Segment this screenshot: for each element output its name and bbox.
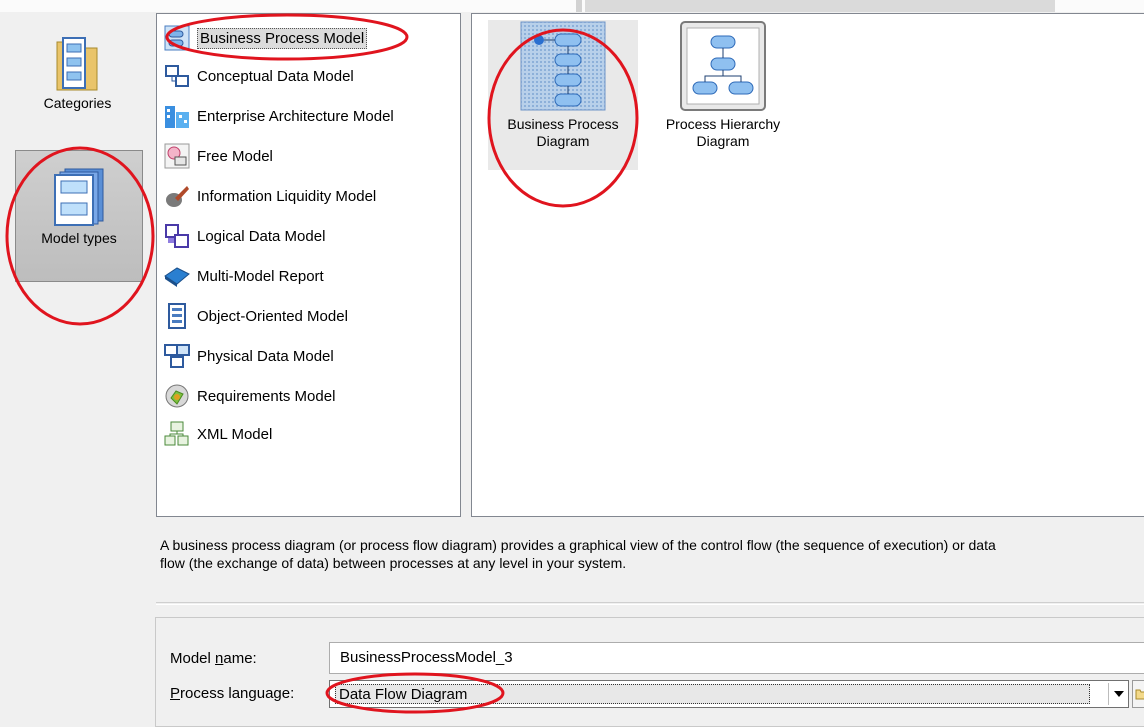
model-types-button[interactable]: Model types xyxy=(15,150,143,282)
logical-data-model-icon xyxy=(165,224,189,248)
list-item-business-process-model[interactable]: Business Process Model xyxy=(163,22,368,54)
model-name-input[interactable]: BusinessProcessModel_3 xyxy=(329,642,1144,674)
stacked-models-icon xyxy=(54,168,104,226)
information-liquidity-model-icon xyxy=(166,186,189,207)
chevron-down-icon[interactable] xyxy=(1108,683,1129,705)
free-model-icon xyxy=(164,143,190,169)
list-item-logical-data-model[interactable]: Logical Data Model xyxy=(163,220,325,252)
model-name-value: BusinessProcessModel_3 xyxy=(340,649,513,666)
top-tab-band xyxy=(0,0,1144,12)
business-process-diagram-icon xyxy=(520,21,606,111)
description-line1: A business process diagram (or process f… xyxy=(160,537,996,553)
process-hierarchy-diagram-label-line1: Process Hierarchy xyxy=(665,116,781,132)
list-item-object-oriented-model[interactable]: Object-Oriented Model xyxy=(163,300,348,332)
model-type-list[interactable]: Business Process Model Conceptual Data M… xyxy=(156,13,461,517)
list-item-free-model[interactable]: Free Model xyxy=(163,140,273,172)
description-divider xyxy=(156,602,1144,603)
categories-label: Categories xyxy=(43,95,112,111)
process-hierarchy-diagram-label-line2: Diagram xyxy=(696,133,750,149)
description-line2: flow (the exchange of data) between proc… xyxy=(160,555,627,571)
business-process-diagram-label-line2: Diagram xyxy=(536,133,590,149)
business-process-model-icon xyxy=(164,25,190,51)
multi-model-report-icon xyxy=(164,267,190,287)
process-language-select[interactable]: Data Flow Diagram xyxy=(329,680,1129,708)
list-item-multi-model-report[interactable]: Multi-Model Report xyxy=(163,260,324,292)
categories-button[interactable]: Categories xyxy=(13,30,142,148)
conceptual-data-model-icon xyxy=(165,65,189,87)
list-item-conceptual-data-model[interactable]: Conceptual Data Model xyxy=(163,60,354,92)
model-types-label: Model types xyxy=(41,230,117,246)
folder-grid-icon xyxy=(56,37,97,91)
enterprise-architecture-model-icon xyxy=(165,106,189,128)
list-item-xml-model[interactable]: XML Model xyxy=(163,418,272,450)
browse-button[interactable] xyxy=(1132,680,1144,708)
list-item-enterprise-architecture-model[interactable]: Enterprise Architecture Model xyxy=(163,100,394,132)
model-name-label: Model name: xyxy=(170,650,257,667)
diagram-item-business-process-diagram[interactable]: Business Process Diagram xyxy=(488,20,638,170)
tab-strip xyxy=(585,0,1055,12)
process-language-value: Data Flow Diagram xyxy=(335,684,1090,704)
tab-edge xyxy=(576,0,582,12)
diagram-type-list[interactable]: Business Process Diagram Process Hierarc… xyxy=(471,13,1144,517)
list-item-physical-data-model[interactable]: Physical Data Model xyxy=(163,340,334,372)
list-item-information-liquidity-model[interactable]: Information Liquidity Model xyxy=(163,180,376,212)
list-item-requirements-model[interactable]: Requirements Model xyxy=(163,380,335,412)
xml-model-icon xyxy=(164,421,189,446)
process-language-label: Process language: xyxy=(170,685,295,702)
business-process-diagram-label-line1: Business Process xyxy=(507,116,619,132)
diagram-description: A business process diagram (or process f… xyxy=(156,531,1144,605)
object-oriented-model-icon xyxy=(168,303,186,329)
requirements-model-icon xyxy=(165,384,189,408)
process-hierarchy-diagram-icon xyxy=(680,21,766,111)
physical-data-model-icon xyxy=(164,344,190,368)
diagram-item-process-hierarchy-diagram[interactable]: Process Hierarchy Diagram xyxy=(648,20,798,170)
folder-icon xyxy=(1135,689,1144,700)
